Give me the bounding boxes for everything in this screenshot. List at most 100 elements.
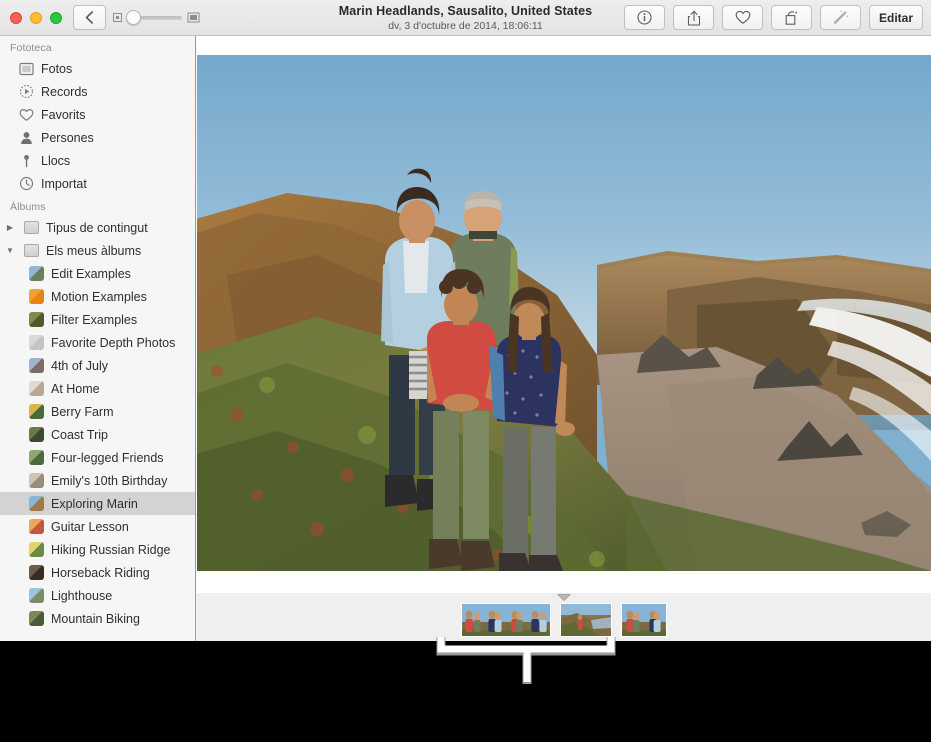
current-photo-marker-icon [557,594,571,601]
sidebar-album-edit-examples[interactable]: Edit Examples [0,262,195,285]
rotate-icon [784,10,800,26]
sidebar-section-albums: Àlbums [10,201,46,213]
sidebar-album-at-home[interactable]: At Home [0,377,195,400]
sidebar-item-llocs[interactable]: Llocs [0,149,195,172]
chevron-down-icon[interactable]: ▼ [4,246,16,255]
album-label: 4th of July [51,358,108,373]
album-label: Lighthouse [51,588,113,603]
thumbnail-item[interactable] [462,604,484,636]
album-label: Horseback Riding [51,565,150,580]
album-thumbnail-icon [28,312,44,328]
clock-icon [18,176,34,192]
large-thumbnail-icon[interactable] [187,12,200,23]
thumbnail-group[interactable] [461,603,551,637]
zoom-button[interactable] [50,12,62,24]
sidebar-group-els-meus-albums[interactable]: ▼ Els meus àlbums [0,239,195,262]
folder-icon [23,243,39,259]
thumbnail-zoom-slider[interactable] [112,10,200,26]
album-label: Emily's 10th Birthday [51,473,168,488]
sidebar-album-four-legged-friends[interactable]: Four-legged Friends [0,446,195,469]
album-thumbnail-icon [28,335,44,351]
album-label: Favorite Depth Photos [51,335,176,350]
main-content [197,36,931,641]
album-thumbnail-icon [28,427,44,443]
photos-icon [18,61,34,77]
album-label: Mountain Biking [51,611,140,626]
album-list: Edit Examples Motion Examples Filter Examp… [0,262,195,630]
rotate-button[interactable] [771,5,812,30]
thumbnail-item[interactable] [528,604,550,636]
heart-icon [735,10,751,25]
album-label: Exploring Marin [51,496,138,511]
share-icon [687,10,701,26]
sidebar-item-label: Importat [41,176,87,191]
edit-button[interactable]: Editar [869,5,923,30]
album-thumbnail-icon [28,358,44,374]
album-thumbnail-icon [28,565,44,581]
sidebar-album-emily-s-10th-birthday[interactable]: Emily's 10th Birthday [0,469,195,492]
album-thumbnail-icon [28,496,44,512]
thumbnail-item[interactable] [644,604,666,636]
album-thumbnail-icon [28,473,44,489]
close-button[interactable] [10,12,22,24]
titlebar: Marin Headlands, Sausalito, United State… [0,0,931,36]
album-thumbnail-icon [28,542,44,558]
thumbnail-strip[interactable] [197,602,931,638]
album-label: Hiking Russian Ridge [51,542,171,557]
album-label: Guitar Lesson [51,519,129,534]
sidebar-item-persones[interactable]: Persones [0,126,195,149]
info-icon [637,10,652,25]
album-label: Coast Trip [51,427,108,442]
sidebar-album-coast-trip[interactable]: Coast Trip [0,423,195,446]
enhance-button[interactable] [820,5,861,30]
slider-thumb[interactable] [126,10,141,25]
thumbnail-group[interactable] [621,603,667,637]
sidebar[interactable]: Fototeca Fotos Records Favorits Persones… [0,36,196,641]
share-button[interactable] [673,5,714,30]
pin-icon [18,153,34,169]
album-thumbnail-icon [28,611,44,627]
thumbnail-strip-bar[interactable] [197,592,931,641]
thumbnail-group[interactable] [560,603,612,637]
info-button[interactable] [624,5,665,30]
sidebar-album-hiking-russian-ridge[interactable]: Hiking Russian Ridge [0,538,195,561]
small-thumbnail-icon[interactable] [112,12,123,23]
sidebar-item-label: Persones [41,130,94,145]
sidebar-album-favorite-depth-photos[interactable]: Favorite Depth Photos [0,331,195,354]
thumbnail-strip-callout-bracket [436,637,616,684]
chevron-left-icon [85,11,94,24]
sidebar-group-label: Els meus àlbums [46,243,142,258]
sidebar-album-motion-examples[interactable]: Motion Examples [0,285,195,308]
sidebar-album-horseback-riding[interactable]: Horseback Riding [0,561,195,584]
thumbnail-item[interactable] [561,604,611,636]
thumbnail-item[interactable] [622,604,644,636]
sidebar-album-guitar-lesson[interactable]: Guitar Lesson [0,515,195,538]
minimize-button[interactable] [30,12,42,24]
back-button[interactable] [73,5,106,30]
album-thumbnail-icon [28,450,44,466]
sidebar-album-4th-of-july[interactable]: 4th of July [0,354,195,377]
photo-viewer[interactable] [197,55,931,571]
folder-icon [23,220,39,236]
album-label: Edit Examples [51,266,131,281]
album-thumbnail-icon [28,588,44,604]
thumbnail-item[interactable] [506,604,528,636]
sidebar-item-label: Fotos [41,61,73,76]
thumbnail-item[interactable] [484,604,506,636]
sidebar-album-exploring-marin[interactable]: Exploring Marin [0,492,195,515]
photo-image [197,55,931,571]
sidebar-album-berry-farm[interactable]: Berry Farm [0,400,195,423]
sidebar-item-records[interactable]: Records [0,80,195,103]
album-thumbnail-icon [28,381,44,397]
sidebar-album-filter-examples[interactable]: Filter Examples [0,308,195,331]
album-label: Motion Examples [51,289,147,304]
sidebar-group-tipus-de-contingut[interactable]: ▶ Tipus de contingut [0,216,195,239]
sidebar-item-fotos[interactable]: Fotos [0,57,195,80]
favorite-button[interactable] [722,5,763,30]
sidebar-item-favorits[interactable]: Favorits [0,103,195,126]
person-icon [18,130,34,146]
sidebar-album-mountain-biking[interactable]: Mountain Biking [0,607,195,630]
chevron-right-icon[interactable]: ▶ [4,223,16,232]
sidebar-item-importat[interactable]: Importat [0,172,195,195]
sidebar-album-lighthouse[interactable]: Lighthouse [0,584,195,607]
